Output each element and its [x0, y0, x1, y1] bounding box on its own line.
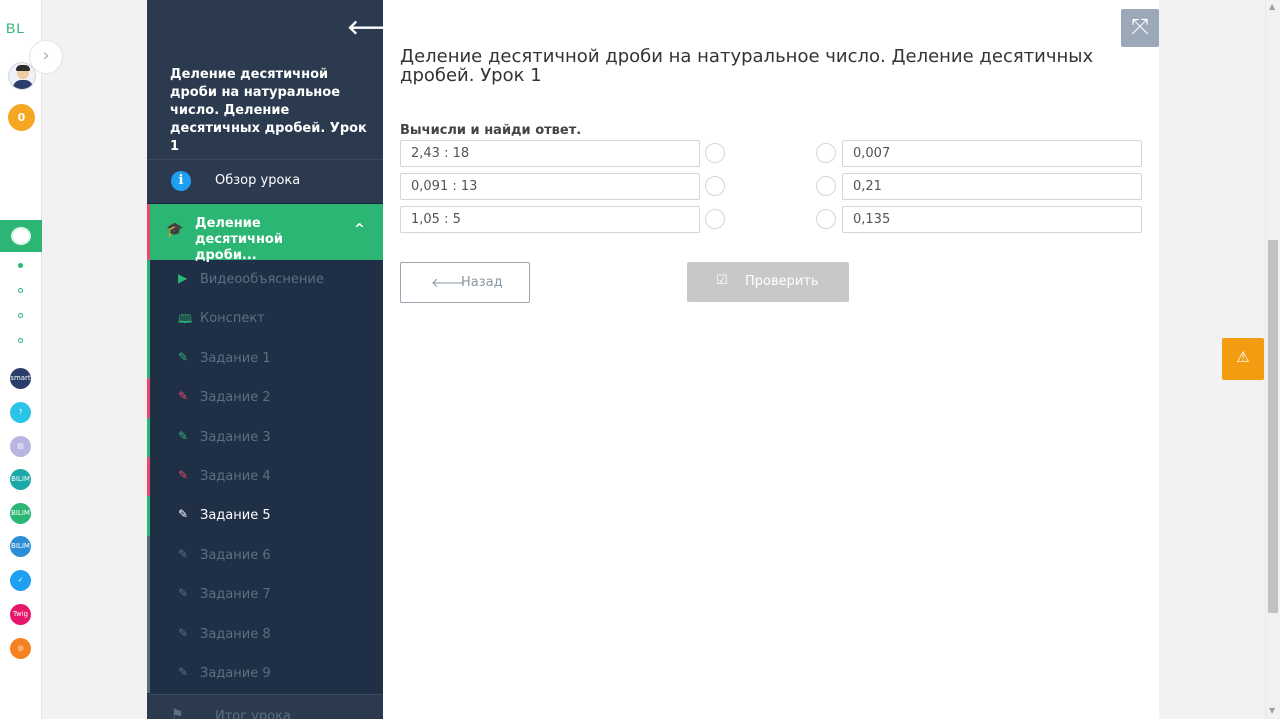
avatar-hair [16, 65, 30, 71]
test-app-icon[interactable]: ✓ [10, 570, 31, 591]
back-button[interactable]: 🡐 Назад [400, 262, 530, 303]
sidebar-item-task[interactable]: ✎ Задание 7 [147, 575, 383, 615]
task-instruction: Вычисли и найди ответ. [400, 123, 582, 138]
answer-connector[interactable] [816, 209, 836, 229]
twig-app-icon[interactable]: Twig [10, 604, 31, 625]
expression-connector[interactable] [705, 143, 725, 163]
sidebar-item-summary[interactable]: ⚑ Итог урока [147, 694, 383, 719]
arrow-left-icon[interactable]: 🡐 [347, 15, 383, 39]
answer-card[interactable]: 0,21 [842, 173, 1142, 200]
page-title: Деление десятичной дроби на натуральное … [400, 46, 1094, 86]
sidebar-item-task[interactable]: ✎ Задание 4 [147, 456, 383, 497]
sidebar-item-label: Конспект [200, 311, 265, 327]
sidebar-section-current[interactable]: 🎓 Деление десятичной дроби... ^ [147, 204, 383, 263]
sidebar-item-label: Видеообъяснение [200, 272, 324, 287]
expand-rail-button[interactable]: › [29, 40, 63, 74]
sidebar-item-task[interactable]: ✎ Задание 3 [147, 417, 383, 457]
sidebar-item-task[interactable]: ▶ Видеообъяснение [147, 260, 383, 300]
sidebar-item-overview[interactable]: i Обзор урока [147, 160, 383, 204]
edit-icon: ✎ [178, 586, 189, 601]
bilim-class-app-icon[interactable]: BILIM [10, 469, 31, 490]
warning-icon: ⚠ [1236, 348, 1250, 366]
sidebar-header: 🡐 Деление десятичной дроби на натурально… [147, 0, 383, 160]
edit-icon: ✎ [178, 428, 189, 443]
section-label: Деление десятичной дроби... [195, 216, 283, 263]
mektep-app-icon[interactable]: ◎ [10, 638, 31, 659]
scrollbar-thumb[interactable] [1268, 240, 1278, 613]
sidebar-item-task[interactable]: ✎ Задание 1 [147, 338, 383, 379]
info-icon: i [171, 171, 191, 191]
sidebar-item-label: Задание 7 [200, 587, 271, 603]
play-icon: ▶ [178, 271, 188, 285]
lesson-page: BL 0 smart? ▤ BILIM BILIM BILIM ✓ Twig ◎ › 🡐 Де… [0, 0, 1280, 719]
edit-icon: ✎ [178, 467, 189, 482]
rail-item-lessons[interactable] [0, 220, 42, 252]
scroll-down-arrow[interactable]: ▼ [1269, 706, 1275, 715]
answer-card[interactable]: 0,135 [842, 206, 1142, 233]
rail-dot-4[interactable] [18, 338, 23, 343]
report-problem-button[interactable]: ⚠ [1222, 338, 1264, 380]
sidebar-item-task[interactable]: ✎ Задание 8 [147, 614, 383, 654]
expression-connector[interactable] [705, 209, 725, 229]
sidebar-item-task[interactable]: ✎ Задание 2 [147, 378, 383, 418]
app-rail: BL 0 smart? ▤ BILIM BILIM BILIM ✓ Twig ◎ [0, 0, 42, 719]
bl-logo[interactable]: BL [6, 20, 25, 36]
rail-dot-1[interactable] [18, 263, 23, 268]
sidebar-item-task[interactable]: ✎ Задание 9 [147, 653, 383, 694]
book-icon: 🕮 [178, 312, 193, 327]
calendar-app-icon[interactable]: ▤ [10, 436, 31, 457]
expression-card[interactable]: 0,091 : 13 [400, 173, 700, 200]
sidebar-item-label: Задание 5 [200, 508, 271, 524]
answer-card[interactable]: 0,007 [842, 140, 1142, 167]
sidebar-item-label: Задание 1 [200, 350, 271, 366]
lesson-sidebar: 🡐 Деление десятичной дроби на натурально… [147, 0, 383, 719]
sidebar-item-label: Задание 3 [200, 429, 271, 445]
bilim-books-app-icon[interactable]: BILIM [10, 536, 31, 557]
sidebar-item-label: Итог урока [215, 709, 291, 719]
lesson-app-icon [11, 227, 31, 245]
expression-card[interactable]: 1,05 : 5 [400, 206, 700, 233]
rail-dot-3[interactable] [18, 313, 23, 318]
help-app-icon[interactable]: ? [10, 402, 31, 423]
edit-icon: ✎ [178, 546, 189, 561]
fullscreen-icon[interactable]: ⤧ [1121, 9, 1159, 47]
page-scrollbar[interactable]: ▲ ▼ [1265, 0, 1280, 719]
scroll-up-arrow[interactable]: ▲ [1269, 2, 1275, 11]
sidebar-item-label: Задание 4 [200, 468, 271, 484]
lesson-title: Деление десятичной дроби на натуральное … [170, 67, 367, 154]
sidebar-item-label: Задание 9 [200, 665, 271, 681]
sidebar-item-label: Обзор урока [215, 173, 301, 188]
smart-nation-app-icon[interactable]: smart [10, 368, 31, 389]
edit-icon: ✎ [178, 389, 189, 404]
check-button[interactable]: ☑ Проверить [687, 262, 849, 302]
answer-connector[interactable] [816, 176, 836, 196]
avatar-body [13, 80, 33, 89]
bilim-land-app-icon[interactable]: BILIM [10, 503, 31, 524]
edit-icon: ✎ [178, 664, 189, 679]
sidebar-item-task[interactable]: ✎ Задание 6 [147, 535, 383, 576]
sidebar-item-task[interactable]: 🕮 Конспект [147, 299, 383, 339]
coins-badge[interactable]: 0 [8, 104, 35, 131]
check-button-label: Проверить [745, 274, 819, 289]
task-panel: Деление десятичной дроби на натуральное … [383, 0, 1159, 719]
graduation-cap-icon: 🎓 [166, 222, 184, 238]
edit-icon: ✎ [178, 507, 189, 522]
expression-card[interactable]: 2,43 : 18 [400, 140, 700, 167]
edit-icon: ✎ [178, 625, 189, 640]
rail-dot-2[interactable] [18, 288, 23, 293]
edit-icon: ✎ [178, 349, 189, 364]
flag-icon: ⚑ [171, 707, 184, 719]
sidebar-item-task[interactable]: ✎ Задание 5 [147, 496, 383, 536]
answer-connector[interactable] [816, 143, 836, 163]
sidebar-item-label: Задание 6 [200, 547, 271, 563]
check-square-icon: ☑ [716, 273, 728, 288]
sidebar-item-label: Задание 8 [200, 626, 271, 642]
chevron-up-icon: ^ [354, 222, 365, 237]
expression-connector[interactable] [705, 176, 725, 196]
back-button-label: Назад [461, 275, 503, 290]
sidebar-item-label: Задание 2 [200, 390, 271, 406]
